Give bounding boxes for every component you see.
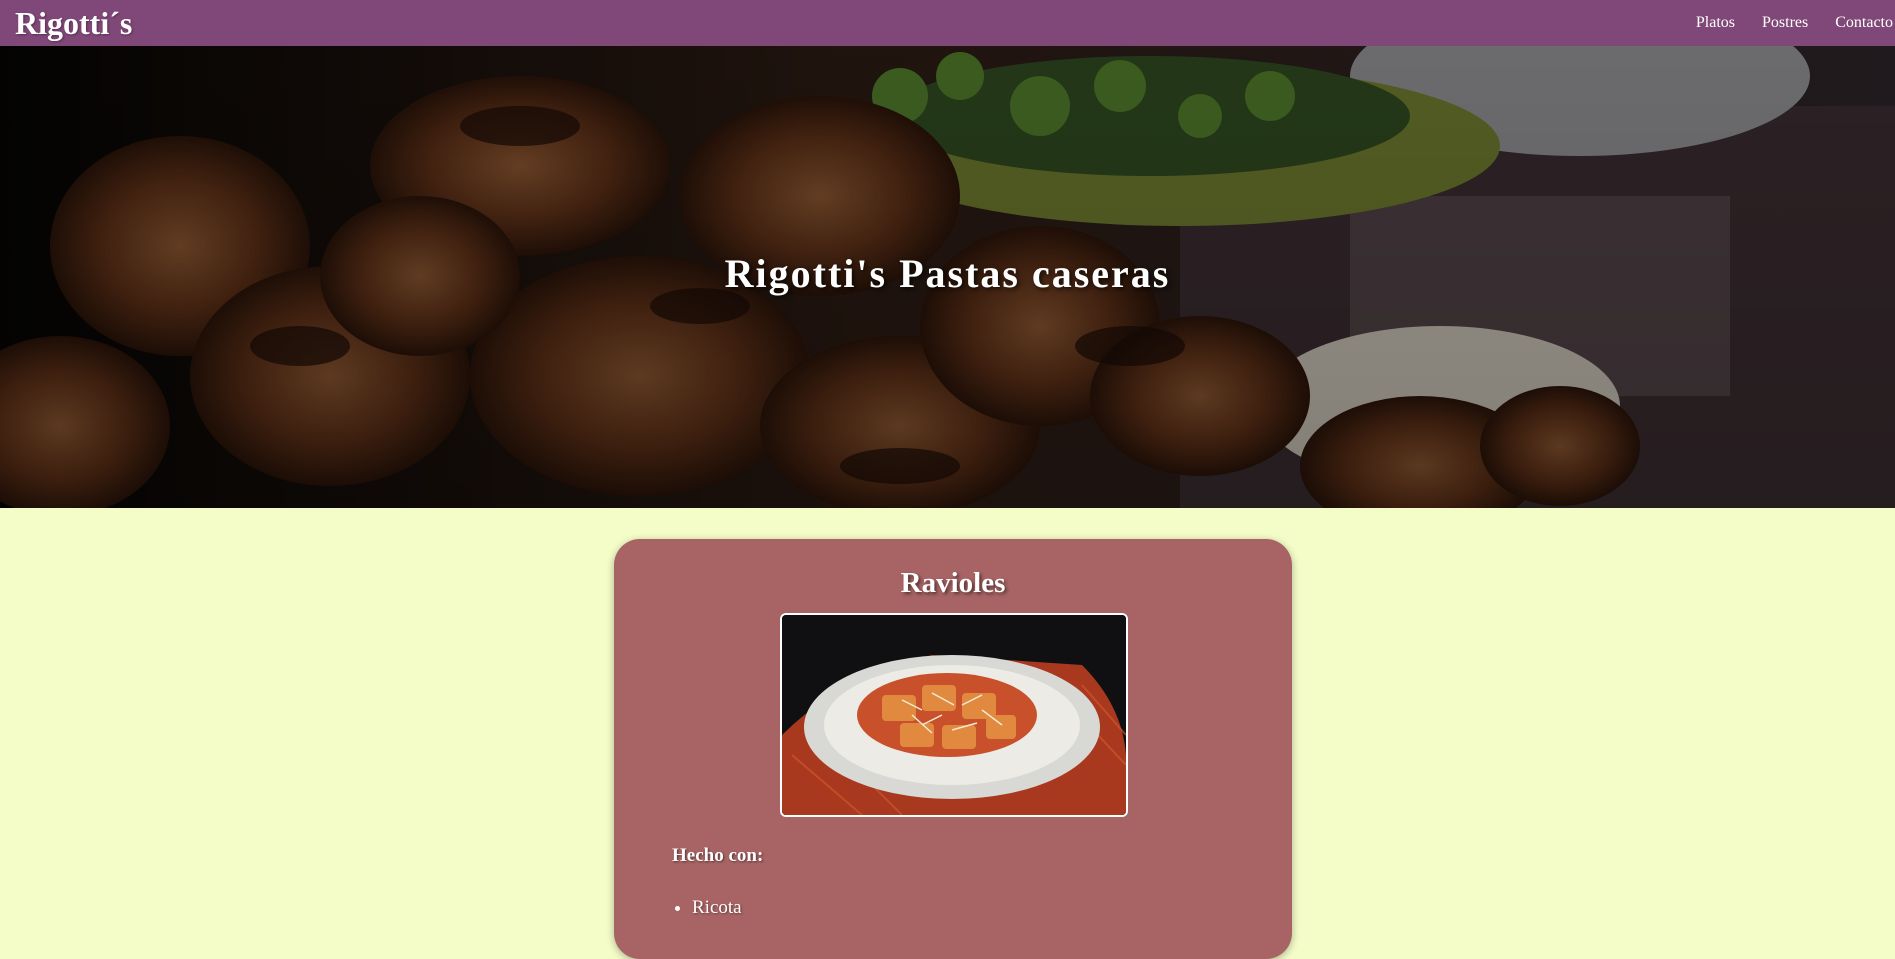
list-item: Ricota	[692, 897, 742, 919]
nav-link-postres[interactable]: Postres	[1762, 14, 1808, 32]
top-navbar: Rigotti´s Platos Postres Contacto	[0, 0, 1895, 46]
ingredients-heading: Hecho con:	[672, 845, 764, 866]
ingredients-list: Ricota	[672, 897, 742, 927]
nav-link-contacto[interactable]: Contacto	[1835, 14, 1893, 32]
dish-card: Ravioles Hecho con: • Ricota	[614, 539, 1292, 959]
nav-links: Platos Postres Contacto	[1669, 0, 1893, 46]
ravioli-plate-image	[782, 615, 1126, 815]
dish-title: Ravioles	[900, 567, 1006, 599]
nav-link-platos[interactable]: Platos	[1696, 14, 1735, 32]
dish-photo	[780, 613, 1128, 817]
hero-title: Rigotti's Pastas caseras	[724, 251, 1171, 296]
hero-banner: Rigotti's Pastas caseras	[0, 46, 1895, 508]
brand-logo[interactable]: Rigotti´s	[15, 3, 132, 43]
